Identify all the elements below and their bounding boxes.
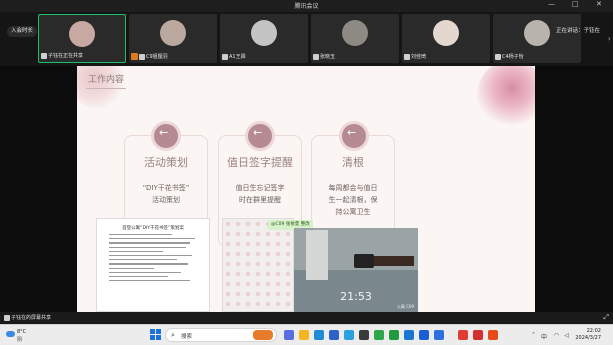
pattern-background (223, 219, 293, 311)
app-icon[interactable] (344, 330, 354, 340)
camera-photo: 21:53 公寓 C09 (294, 228, 418, 312)
flower-decoration (477, 66, 535, 130)
fullscreen-icon[interactable]: ⤢ (603, 313, 609, 322)
chevron-up-icon[interactable]: ˄ (532, 332, 535, 339)
avatar (342, 20, 368, 46)
participant-name: A1王霖 (222, 53, 246, 62)
minimize-icon[interactable]: — (548, 0, 555, 8)
meeting-duration-pill[interactable]: 入会时长 (7, 26, 38, 37)
document-lines (109, 234, 199, 284)
photo-label: 公寓 C09 (396, 304, 414, 309)
wifi-icon[interactable]: ◠ (554, 332, 559, 339)
app-icon[interactable] (473, 330, 483, 340)
divider (86, 88, 126, 89)
chair-shape (354, 254, 374, 268)
weather-condition: 阴 (17, 337, 23, 343)
app-icon[interactable] (434, 330, 444, 340)
card-title: 清根 (342, 156, 364, 169)
document-title: 首登公寓“DIY干花书签”策划案 (122, 226, 184, 231)
app-icon[interactable] (488, 330, 498, 340)
window-title: 腾讯会议 (294, 3, 319, 10)
door-shape (306, 230, 328, 280)
file-explorer-icon[interactable] (299, 330, 309, 340)
windows-taskbar: 8°C 阴 ⌕ 搜索 ˄ 中 ◠ ◁ 22:02 2024/3/27 (0, 324, 613, 345)
participant-name: 张晓玉 (313, 53, 335, 62)
card-title: 活动策划 (144, 156, 188, 169)
participant-name: C4杨子怡 (495, 53, 524, 62)
search-icon: ⌕ (171, 331, 175, 339)
mic-icon (495, 53, 501, 60)
participant-gallery: 入会时长 子钰在正在共享 C9姐狸羽 A1王霖 张晓玉 刘佳琦 C4杨子怡 正在… (0, 12, 613, 66)
close-icon[interactable]: ✕ (596, 0, 602, 8)
table-shape (368, 256, 414, 266)
wps-icon[interactable] (458, 330, 468, 340)
screen-share-label: 子钰在的屏幕共享 (4, 314, 51, 321)
avatar (524, 20, 550, 46)
cloud-icon (6, 331, 15, 337)
speaking-indicator: 正在讲话：子钰在 (553, 26, 603, 37)
participant-tile[interactable]: C4杨子怡 (493, 14, 581, 63)
arrow-left-icon: ← (253, 126, 263, 139)
raise-hand-icon (131, 53, 138, 60)
wechat-icon[interactable] (389, 330, 399, 340)
search-highlight-badge (253, 330, 273, 340)
arrow-left-icon: ← (347, 126, 357, 139)
participant-tile[interactable]: A1王霖 (220, 14, 308, 63)
taskbar-clock[interactable]: 22:02 2024/3/27 (575, 328, 601, 342)
app-icon[interactable] (359, 330, 369, 340)
card-title: 值日签字提醒 (227, 156, 293, 169)
tencent-meeting-icon[interactable] (419, 330, 429, 340)
card-description: 值日生忘记签字 时在群里提醒 (235, 184, 285, 204)
avatar (69, 21, 95, 47)
mic-icon (4, 314, 10, 321)
photo-timestamp: 21:53 (340, 290, 372, 303)
mic-icon (222, 53, 228, 60)
chat-screenshot-image (222, 218, 294, 312)
participant-name: 刘佳琦 (404, 53, 426, 62)
avatar (160, 20, 186, 46)
store-icon[interactable] (329, 330, 339, 340)
edge-icon[interactable] (314, 330, 324, 340)
document-thumbnail: 首登公寓“DIY干花书签”策划案 (96, 218, 210, 312)
participant-tile[interactable]: 张晓玉 (311, 14, 399, 63)
shared-screen-stage: 工作内容 ← ← ← 活动策划 值日签字提醒 清根 “DIY干花书签” 活动策划… (0, 66, 613, 312)
participant-name: 子钰在正在共享 (41, 52, 83, 61)
participant-tile[interactable]: C9姐狸羽 (129, 14, 217, 63)
mic-icon (404, 53, 410, 60)
mic-icon (41, 52, 47, 59)
participant-tile[interactable]: 刘佳琦 (402, 14, 490, 63)
app-icon[interactable] (404, 330, 414, 340)
weather-temperature: 8°C (17, 329, 27, 335)
participant-name: C9姐狸羽 (131, 53, 168, 62)
avatar (251, 20, 277, 46)
slide-section-title: 工作内容 (88, 75, 125, 85)
window-titlebar: 腾讯会议 — □ ✕ (0, 0, 613, 12)
screen-share-bar: 子钰在的屏幕共享 ⤢ (0, 312, 613, 324)
mic-icon (313, 53, 319, 60)
input-method-icon[interactable]: 中 (541, 332, 547, 341)
app-icon[interactable] (374, 330, 384, 340)
arrow-left-icon: ← (159, 126, 169, 139)
participant-tile[interactable]: 子钰在正在共享 (38, 14, 126, 63)
task-view-icon[interactable] (284, 330, 294, 340)
card-description: “DIY干花书签” 活动策划 (142, 184, 190, 204)
windows-start-icon[interactable] (150, 329, 161, 340)
maximize-icon[interactable]: □ (572, 0, 579, 8)
taskbar-search[interactable]: ⌕ 搜索 (165, 328, 277, 342)
speaking-label: 正在讲话：子钰在 (555, 28, 600, 34)
chevron-right-icon[interactable]: › (608, 34, 611, 43)
search-placeholder: 搜索 (181, 334, 193, 340)
weather-widget[interactable]: 8°C 阴 (6, 328, 42, 343)
avatar (433, 20, 459, 46)
mic-icon (139, 53, 145, 60)
meeting-duration-label: 入会时长 (11, 28, 34, 34)
volume-icon[interactable]: ◁ (564, 332, 569, 339)
card-description: 每周都会与值日 生一起清根，保 持公寓卫生 (328, 184, 378, 216)
